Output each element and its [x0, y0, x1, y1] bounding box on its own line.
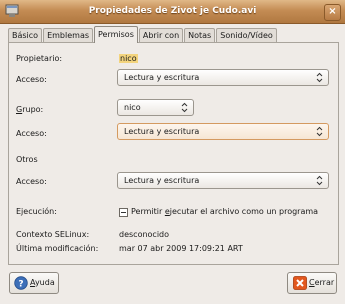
others-access-value: Lectura y escritura [124, 176, 200, 185]
help-button[interactable]: ? Ayuda [9, 272, 59, 294]
execution-checkbox[interactable] [119, 208, 128, 217]
help-icon: ? [14, 276, 28, 290]
updown-arrow-icon [316, 72, 323, 83]
close-button-label: Cerrar [309, 278, 335, 287]
checkbox-mixed-icon [121, 212, 126, 213]
modified-value: mar 07 abr 2009 17:09:21 ART [119, 244, 243, 253]
selinux-value: desconocido [119, 230, 170, 239]
window-icon[interactable] [5, 4, 19, 18]
tab-bar: Básico Emblemas Permisos Abrir con Notas… [8, 26, 278, 43]
others-access-label: Acceso: [16, 177, 47, 186]
owner-access-label: Acceso: [16, 75, 47, 84]
updown-arrow-icon [181, 102, 188, 113]
others-access-combo[interactable]: Lectura y escritura [117, 172, 329, 189]
updown-arrow-icon [316, 126, 323, 137]
help-button-label: Ayuda [30, 278, 55, 287]
execution-checkbox-label[interactable]: Permitir ejecutar el archivo como un pro… [131, 207, 318, 216]
owner-access-combo[interactable]: Lectura y escritura [117, 69, 329, 86]
close-icon: × [328, 6, 337, 17]
permissions-panel: Propietario: nico Acceso: Lectura y escr… [8, 42, 339, 265]
owner-label: Propietario: [16, 54, 63, 63]
modified-label: Última modificación: [16, 244, 99, 253]
tab-permisos[interactable]: Permisos [94, 26, 138, 43]
tab-emblemas[interactable]: Emblemas [43, 28, 94, 43]
updown-arrow-icon [316, 175, 323, 186]
owner-access-value: Lectura y escritura [124, 73, 200, 82]
group-label: Grupo: [16, 105, 44, 114]
titlebar-close-button[interactable]: × [324, 4, 341, 21]
title-bar[interactable]: Propiedades de Zivot je Cudo.avi × [0, 0, 345, 24]
tab-basico[interactable]: Básico [8, 28, 43, 43]
group-access-value: Lectura y escritura [124, 127, 200, 136]
others-label: Otros [16, 155, 38, 164]
group-access-combo[interactable]: Lectura y escritura [117, 123, 329, 140]
window-title: Propiedades de Zivot je Cudo.avi [88, 6, 257, 16]
tab-notas[interactable]: Notas [184, 28, 216, 43]
tab-sonido-video[interactable]: Sonido/Vídeo [216, 28, 277, 43]
close-icon [293, 276, 307, 290]
group-value: nico [124, 103, 141, 112]
group-combo[interactable]: nico [117, 99, 194, 116]
group-access-label: Acceso: [16, 129, 47, 138]
selinux-label: Contexto SELinux: [16, 230, 90, 239]
tab-abrir-con[interactable]: Abrir con [138, 28, 184, 43]
svg-text:?: ? [18, 279, 23, 289]
execution-label: Ejecución: [16, 207, 57, 216]
close-button[interactable]: Cerrar [287, 272, 337, 294]
owner-value: nico [119, 54, 138, 63]
